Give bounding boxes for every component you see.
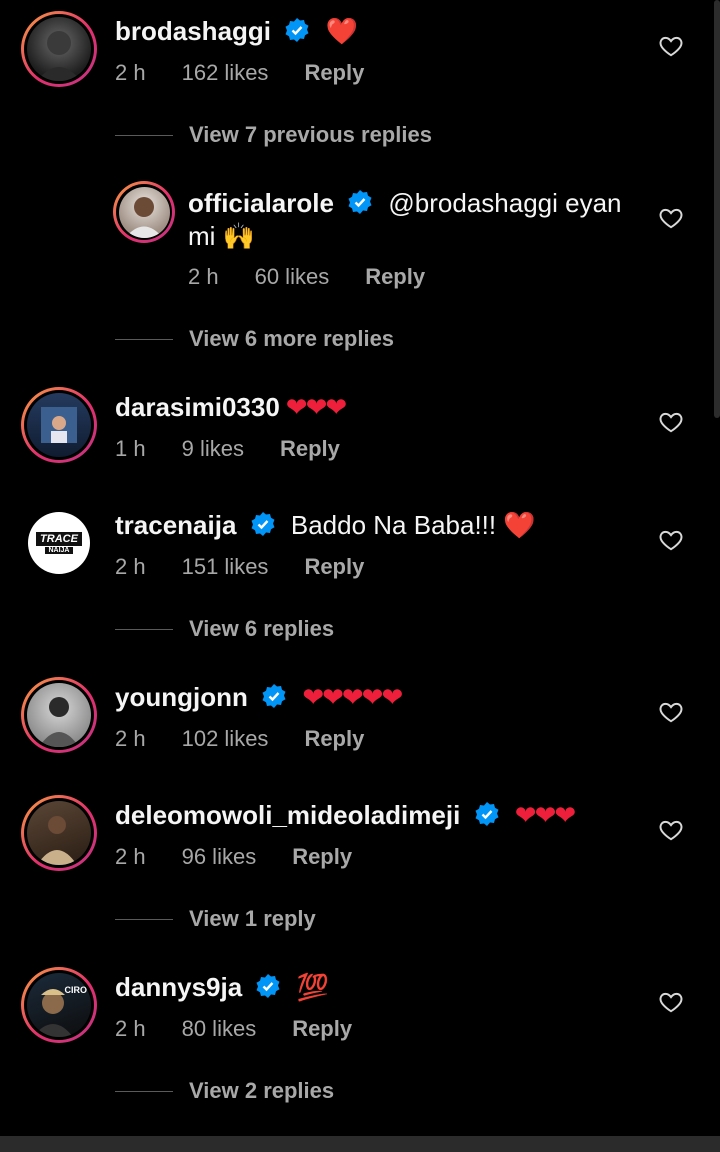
username[interactable]: youngjonn bbox=[115, 682, 248, 712]
avatar[interactable]: TRACE NAIJA bbox=[21, 505, 97, 581]
comment-text: ❤️ bbox=[325, 16, 358, 46]
comment-meta: 2 h 80 likes Reply bbox=[115, 1016, 388, 1042]
comment-line: darasimi0330 ❤❤❤ bbox=[115, 391, 347, 424]
verified-badge-icon bbox=[475, 802, 499, 826]
profile-photo bbox=[124, 196, 163, 238]
comment-text: ❤❤❤ bbox=[285, 392, 347, 422]
timestamp: 2 h bbox=[188, 264, 219, 289]
view-replies-text[interactable]: View 6 more replies bbox=[189, 326, 394, 352]
avatar[interactable]: CIRO bbox=[21, 967, 97, 1043]
comment-line: officialarole @brodashaggi eyan mi 🙌 bbox=[188, 187, 622, 253]
timestamp: 2 h bbox=[115, 60, 146, 85]
comment-text: Baddo Na Baba!!! ❤️ bbox=[290, 510, 536, 540]
heart-outline-icon[interactable] bbox=[658, 205, 684, 231]
timestamp: 2 h bbox=[115, 554, 146, 579]
username[interactable]: brodashaggi bbox=[115, 16, 271, 46]
like-count[interactable]: 162 likes bbox=[182, 60, 269, 86]
profile-photo bbox=[33, 989, 73, 1037]
reply-button[interactable]: Reply bbox=[304, 60, 364, 86]
reply-button[interactable]: Reply bbox=[304, 554, 364, 580]
username[interactable]: officialarole bbox=[188, 188, 334, 218]
like-count[interactable]: 102 likes bbox=[182, 726, 269, 752]
avatar[interactable] bbox=[21, 677, 97, 753]
bottom-bar bbox=[0, 1136, 720, 1152]
heart-outline-icon[interactable] bbox=[658, 699, 684, 725]
comment-meta: 2 h 102 likes Reply bbox=[115, 726, 400, 752]
like-count[interactable]: 9 likes bbox=[182, 436, 244, 462]
profile-photo bbox=[39, 697, 79, 747]
avatar[interactable] bbox=[113, 181, 175, 243]
view-replies-link[interactable]: View 6 replies bbox=[115, 616, 334, 642]
view-replies-link[interactable]: View 6 more replies bbox=[115, 326, 394, 352]
view-replies-text[interactable]: View 6 replies bbox=[189, 616, 334, 642]
comment-meta: 2 h 151 likes Reply bbox=[115, 554, 400, 580]
heart-outline-icon[interactable] bbox=[658, 409, 684, 435]
reply-button[interactable]: Reply bbox=[292, 844, 352, 870]
view-replies-text[interactable]: View 7 previous replies bbox=[189, 122, 432, 148]
heart-outline-icon[interactable] bbox=[658, 33, 684, 59]
username[interactable]: deleomowoli_mideoladimeji bbox=[115, 800, 460, 830]
comment-text: 💯 bbox=[296, 972, 330, 1002]
comment-line: dannys9ja 💯 bbox=[115, 971, 329, 1004]
trace-logo-text: TRACE bbox=[36, 532, 82, 546]
comment-meta: 2 h 162 likes Reply bbox=[115, 60, 400, 86]
profile-photo bbox=[37, 31, 81, 81]
verified-badge-icon bbox=[348, 190, 372, 214]
divider bbox=[115, 134, 173, 136]
comment-line: tracenaija Baddo Na Baba!!! ❤️ bbox=[115, 509, 536, 542]
scrollbar[interactable] bbox=[714, 0, 720, 418]
timestamp: 1 h bbox=[115, 436, 146, 461]
divider bbox=[115, 918, 173, 920]
reply-button[interactable]: Reply bbox=[304, 726, 364, 752]
comment-text: @brodashaggi eyan bbox=[388, 188, 622, 218]
avatar-overlay-text: CIRO bbox=[64, 985, 88, 995]
reply-button[interactable]: Reply bbox=[365, 264, 425, 290]
avatar[interactable] bbox=[21, 387, 97, 463]
comment-line: youngjonn ❤❤❤❤❤ bbox=[115, 681, 403, 714]
profile-photo bbox=[41, 407, 77, 443]
reply-button[interactable]: Reply bbox=[292, 1016, 352, 1042]
comment-meta: 1 h 9 likes Reply bbox=[115, 436, 376, 462]
comment-text-continued: mi 🙌 bbox=[188, 221, 256, 251]
divider bbox=[115, 1090, 173, 1092]
avatar[interactable] bbox=[21, 795, 97, 871]
comment-text: ❤❤❤❤❤ bbox=[302, 682, 403, 712]
verified-badge-icon bbox=[256, 974, 280, 998]
like-count[interactable]: 80 likes bbox=[182, 1016, 257, 1042]
username[interactable]: tracenaija bbox=[115, 510, 236, 540]
view-replies-link[interactable]: View 1 reply bbox=[115, 906, 316, 932]
profile-photo bbox=[37, 816, 77, 865]
timestamp: 2 h bbox=[115, 726, 146, 751]
divider bbox=[115, 628, 173, 630]
view-replies-link[interactable]: View 7 previous replies bbox=[115, 122, 432, 148]
comment-text: ❤❤❤ bbox=[514, 800, 576, 830]
like-count[interactable]: 96 likes bbox=[182, 844, 257, 870]
heart-outline-icon[interactable] bbox=[658, 527, 684, 553]
comment-meta: 2 h 96 likes Reply bbox=[115, 844, 388, 870]
comment-line: deleomowoli_mideoladimeji ❤❤❤ bbox=[115, 799, 576, 832]
verified-badge-icon bbox=[251, 512, 275, 536]
heart-outline-icon[interactable] bbox=[658, 817, 684, 843]
timestamp: 2 h bbox=[115, 844, 146, 869]
like-count[interactable]: 60 likes bbox=[255, 264, 330, 290]
reply-button[interactable]: Reply bbox=[280, 436, 340, 462]
avatar[interactable] bbox=[21, 11, 97, 87]
verified-badge-icon bbox=[285, 18, 309, 42]
like-count[interactable]: 151 likes bbox=[182, 554, 269, 580]
comment-meta: 2 h 60 likes Reply bbox=[188, 264, 461, 290]
view-replies-link[interactable]: View 2 replies bbox=[115, 1078, 334, 1104]
trace-logo-subtext: NAIJA bbox=[45, 547, 73, 554]
username[interactable]: dannys9ja bbox=[115, 972, 242, 1002]
comment-line: brodashaggi ❤️ bbox=[115, 15, 358, 48]
timestamp: 2 h bbox=[115, 1016, 146, 1041]
divider bbox=[115, 338, 173, 340]
view-replies-text[interactable]: View 2 replies bbox=[189, 1078, 334, 1104]
username[interactable]: darasimi0330 bbox=[115, 392, 280, 422]
verified-badge-icon bbox=[262, 684, 286, 708]
view-replies-text[interactable]: View 1 reply bbox=[189, 906, 316, 932]
heart-outline-icon[interactable] bbox=[658, 989, 684, 1015]
